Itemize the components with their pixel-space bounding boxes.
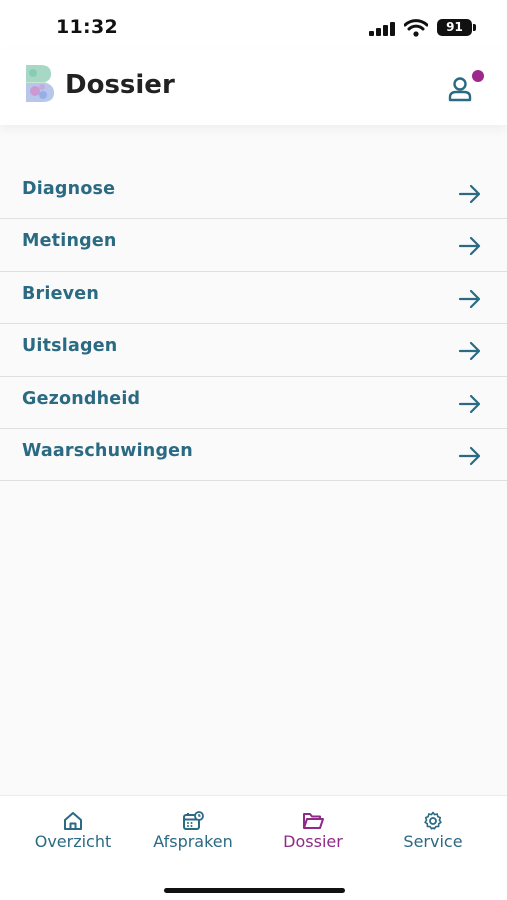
menu-item-waarschuwingen[interactable]: Waarschuwingen bbox=[0, 429, 507, 482]
tab-label: Service bbox=[403, 832, 463, 851]
menu-item-label: Brieven bbox=[22, 283, 99, 304]
tab-service[interactable]: Service bbox=[370, 796, 496, 866]
arrow-right-icon bbox=[458, 342, 481, 361]
status-time: 11:32 bbox=[56, 16, 118, 38]
bottom-tab-bar: Overzicht Afspraken Dossier Service bbox=[0, 795, 507, 900]
arrow-right-icon bbox=[458, 237, 481, 256]
battery-cap bbox=[473, 24, 476, 31]
arrow-right-icon bbox=[458, 289, 481, 308]
wifi-icon bbox=[404, 19, 428, 37]
menu-item-label: Gezondheid bbox=[22, 388, 141, 409]
tab-dossier[interactable]: Dossier bbox=[250, 796, 376, 866]
menu-item-label: Diagnose bbox=[22, 179, 116, 199]
home-indicator[interactable] bbox=[164, 888, 345, 893]
home-icon bbox=[64, 812, 82, 830]
menu-item-uitslagen[interactable]: Uitslagen bbox=[0, 324, 507, 377]
tab-overzicht[interactable]: Overzicht bbox=[10, 796, 136, 866]
dossier-menu-list: Diagnose Metingen Brieven Uitslagen Gezo… bbox=[0, 167, 507, 482]
status-bar: 11:32 91 bbox=[0, 0, 507, 50]
arrow-right-icon bbox=[458, 394, 481, 413]
menu-item-metingen[interactable]: Metingen bbox=[0, 219, 507, 272]
menu-item-gezondheid[interactable]: Gezondheid bbox=[0, 377, 507, 429]
tab-label: Dossier bbox=[283, 832, 343, 851]
battery-icon: 91 bbox=[437, 19, 472, 36]
tab-afspraken[interactable]: Afspraken bbox=[130, 796, 256, 866]
app-header: Dossier bbox=[0, 50, 507, 125]
menu-item-brieven[interactable]: Brieven bbox=[0, 272, 507, 325]
notification-badge bbox=[472, 70, 484, 82]
page-title: Dossier bbox=[65, 70, 175, 100]
menu-item-diagnose[interactable]: Diagnose bbox=[0, 167, 507, 220]
folder-icon bbox=[303, 813, 324, 829]
menu-item-label: Waarschuwingen bbox=[22, 440, 193, 461]
arrow-right-icon bbox=[458, 446, 481, 466]
arrow-right-icon bbox=[458, 184, 481, 204]
app-logo bbox=[26, 65, 54, 102]
user-account-icon[interactable] bbox=[446, 76, 474, 102]
tab-label: Afspraken bbox=[153, 832, 233, 851]
tab-label: Overzicht bbox=[34, 832, 112, 851]
gear-icon bbox=[424, 811, 442, 830]
calendar-icon bbox=[183, 811, 204, 830]
menu-item-label: Uitslagen bbox=[22, 336, 118, 357]
cellular-signal-icon bbox=[369, 22, 396, 36]
menu-item-label: Metingen bbox=[22, 231, 117, 252]
